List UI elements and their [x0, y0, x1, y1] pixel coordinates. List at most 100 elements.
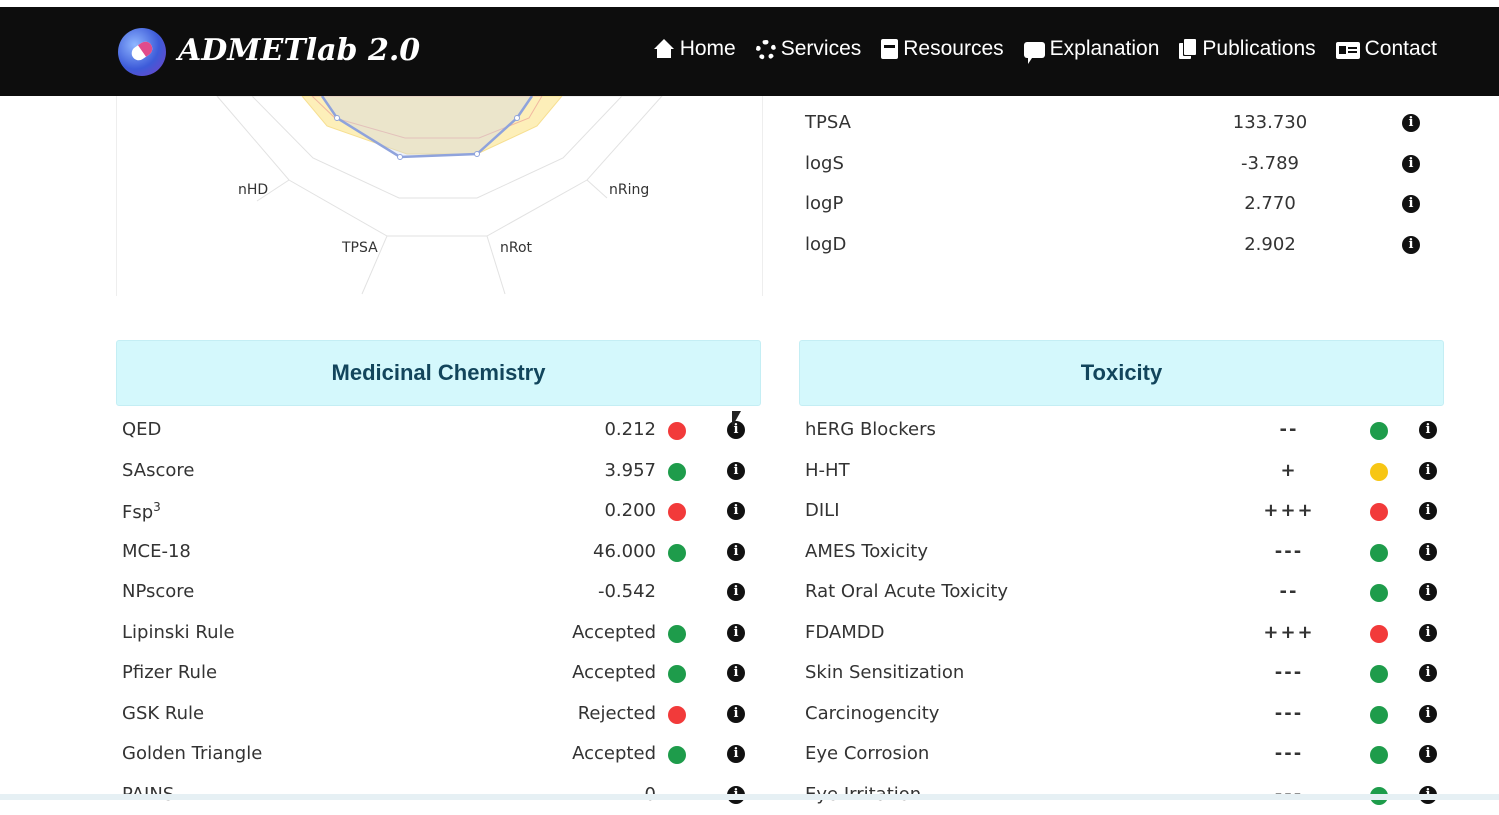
info-icon[interactable]: i [1419, 421, 1437, 439]
info-icon[interactable]: i [1402, 114, 1420, 132]
nav-resources[interactable]: Resources [881, 37, 1003, 61]
status-green-dot [668, 665, 686, 683]
gear-icon [756, 40, 776, 60]
nav-services[interactable]: Services [756, 37, 862, 61]
row-label-text: AMES Toxicity [805, 541, 928, 562]
row-value: --- [1239, 541, 1339, 562]
status-green-dot [1370, 422, 1388, 440]
row-label: FDAMDD [805, 622, 884, 643]
table-row: TPSA 133.730 i [800, 104, 1440, 145]
comment-icon [1024, 42, 1045, 58]
nav-explanation[interactable]: Explanation [1024, 37, 1160, 61]
radar-chart-panel: nHD nRing TPSA nRot [116, 96, 763, 296]
status-green-dot [668, 746, 686, 764]
info-icon[interactable]: i [1419, 705, 1437, 723]
info-icon[interactable]: i [1419, 583, 1437, 601]
info-icon[interactable]: i [1419, 624, 1437, 642]
radar-point [398, 155, 403, 160]
row-label: GSK Rule [122, 703, 204, 724]
logo-icon[interactable] [118, 28, 166, 76]
row-label: hERG Blockers [805, 419, 936, 440]
radar-point [515, 116, 520, 121]
row-value: Rejected [526, 703, 656, 724]
row-label: AMES Toxicity [805, 541, 928, 562]
status-green-dot [1370, 746, 1388, 764]
property-value: -3.789 [1200, 153, 1340, 174]
brand-name[interactable]: ADMETlab 2.0 [178, 33, 420, 68]
row-value: 3.957 [526, 460, 656, 481]
row-label: Lipinski Rule [122, 622, 235, 643]
radar-chart [117, 96, 762, 296]
nav-contact[interactable]: Contact [1336, 37, 1437, 61]
mouse-cursor [732, 411, 741, 427]
physicochemical-table: TPSA 133.730 i logS -3.789 i logP 2.770 … [800, 104, 1440, 266]
radar-point [475, 152, 480, 157]
row-value: -0.542 [526, 581, 656, 602]
info-icon[interactable]: i [727, 745, 745, 763]
radar-molecule-line [322, 96, 532, 157]
medicinal-chemistry-table: QED0.212iSAscore3.957iFsp30.200iMCE-1846… [116, 410, 761, 815]
row-label-text: FDAMDD [805, 622, 884, 643]
table-row: GSK Rule Rejected i [116, 694, 761, 735]
nav-menu: Home Services Resources Explanation Publ… [653, 37, 1437, 61]
status-green-dot [668, 625, 686, 643]
status-red-dot [668, 503, 686, 521]
nav-home[interactable]: Home [653, 37, 736, 61]
info-icon[interactable]: i [1419, 502, 1437, 520]
info-icon[interactable]: i [727, 664, 745, 682]
radar-label-tpsa: TPSA [342, 240, 378, 256]
info-icon[interactable]: i [727, 502, 745, 520]
table-row: Fsp30.200i [116, 491, 761, 532]
nav-publications[interactable]: Publications [1179, 37, 1315, 61]
info-icon[interactable]: i [1402, 155, 1420, 173]
row-label: DILI [805, 500, 840, 521]
status-green-dot [1370, 584, 1388, 602]
book-icon [881, 39, 898, 59]
table-row: AMES Toxicity --- i [799, 532, 1444, 573]
toxicity-table: hERG Blockers--iH-HT+iDILI+++iAMES Toxic… [799, 410, 1444, 815]
info-icon[interactable]: i [727, 705, 745, 723]
info-icon[interactable]: i [1419, 543, 1437, 561]
property-name: logP [805, 193, 843, 214]
row-value: Accepted [526, 622, 656, 643]
row-value: --- [1239, 662, 1339, 683]
info-icon[interactable]: i [1419, 745, 1437, 763]
row-label-text: SAscore [122, 460, 194, 481]
row-label: Skin Sensitization [805, 662, 964, 683]
row-label-text: GSK Rule [122, 703, 204, 724]
radar-label-nrot: nRot [500, 240, 532, 256]
radar-label-nring: nRing [609, 182, 649, 198]
row-label-text: Rat Oral Acute Toxicity [805, 581, 1008, 602]
row-label-text: Golden Triangle [122, 743, 262, 764]
info-icon[interactable]: i [727, 624, 745, 642]
page-bottom-band [0, 794, 1499, 800]
row-label-text: Carcinogencity [805, 703, 939, 724]
table-row: Golden Triangle Accepted i [116, 734, 761, 775]
row-value: Accepted [526, 743, 656, 764]
status-red-dot [668, 706, 686, 724]
status-green-dot [668, 463, 686, 481]
info-icon[interactable]: i [727, 583, 745, 601]
row-label-text: DILI [805, 500, 840, 521]
nav-services-label: Services [781, 37, 862, 61]
property-value: 133.730 [1200, 112, 1340, 133]
status-red-dot [1370, 503, 1388, 521]
row-label: SAscore [122, 460, 194, 481]
info-icon[interactable]: i [727, 462, 745, 480]
id-card-icon [1336, 42, 1360, 59]
info-icon[interactable]: i [727, 543, 745, 561]
info-icon[interactable]: i [1402, 195, 1420, 213]
row-label: H-HT [805, 460, 850, 481]
status-red-dot [668, 422, 686, 440]
info-icon[interactable]: i [1419, 462, 1437, 480]
info-icon[interactable]: i [1402, 236, 1420, 254]
status-green-dot [668, 544, 686, 562]
info-icon[interactable]: i [1419, 664, 1437, 682]
row-label: Eye Corrosion [805, 743, 929, 764]
row-value: +++ [1239, 500, 1339, 521]
table-row: Rat Oral Acute Toxicity--i [799, 572, 1444, 613]
row-label: QED [122, 419, 161, 440]
radar-point [335, 116, 340, 121]
row-label-text: Lipinski Rule [122, 622, 235, 643]
navbar: ADMETlab 2.0 Home Services Resources Exp… [0, 7, 1499, 96]
